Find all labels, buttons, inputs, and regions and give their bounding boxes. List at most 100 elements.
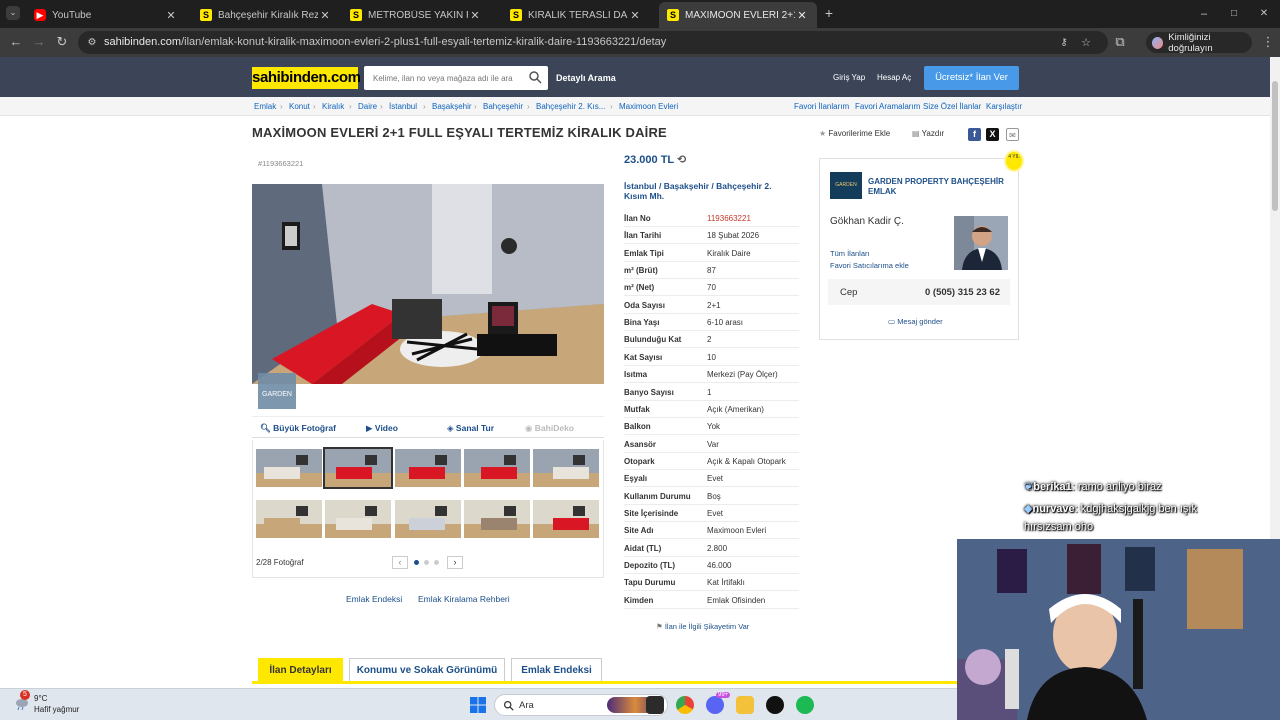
weather-widget[interactable]: 5 9°C Hafif yağmur: [14, 690, 104, 718]
prev-photos-button[interactable]: ‹: [392, 556, 408, 569]
maximize-button[interactable]: □: [1226, 6, 1242, 22]
next-photos-button[interactable]: ›: [447, 556, 463, 569]
obs-icon[interactable]: [766, 696, 784, 714]
tab-title: METROBÜSE YAKIN REZİDANSTA: [368, 9, 468, 21]
tab-search-icon[interactable]: ⌄: [6, 6, 20, 20]
email-share-icon[interactable]: ✉: [1006, 128, 1019, 141]
close-window-button[interactable]: ✕: [1256, 6, 1272, 22]
extensions-icon[interactable]: ⧉: [1112, 34, 1128, 50]
bahideko-tab[interactable]: ◉ BahiDeko: [525, 423, 574, 434]
close-tab-icon[interactable]: ✕: [164, 9, 178, 22]
photo-thumbnail[interactable]: [323, 447, 393, 489]
photo-thumbnail[interactable]: [395, 449, 461, 487]
photo-thumbnail[interactable]: [395, 500, 461, 538]
seller-store-name[interactable]: GARDEN PROPERTY BAHÇEŞEHİR EMLAK: [868, 177, 1013, 197]
phone-number[interactable]: 0 (505) 315 23 62: [925, 287, 1000, 298]
post-ad-button[interactable]: Ücretsiz* İlan Ver: [924, 66, 1019, 90]
chrome-icon[interactable]: [676, 696, 694, 714]
report-link[interactable]: ⚑ İlan ile İlgili Şikayetim Var: [656, 622, 749, 631]
password-key-icon[interactable]: ⚷: [1056, 35, 1072, 51]
close-tab-icon[interactable]: ✕: [795, 9, 809, 22]
price-history-icon[interactable]: ⟲: [677, 154, 686, 166]
photo-thumbnail[interactable]: [533, 500, 599, 538]
detail-key: Aidat (TL): [624, 543, 662, 553]
breadcrumb-item[interactable]: Konut: [289, 102, 310, 111]
bookmark-star-icon[interactable]: ☆: [1078, 35, 1094, 51]
browser-tab[interactable]: S Bahçeşehir Kiralık Rezidans, Villa✕: [192, 2, 340, 28]
photo-thumbnail[interactable]: [256, 449, 322, 487]
breadcrumb-item[interactable]: Bahçeşehir: [483, 102, 523, 111]
spotify-icon[interactable]: [796, 696, 814, 714]
photo-thumbnail[interactable]: [533, 449, 599, 487]
breadcrumb-item[interactable]: Başakşehir: [432, 102, 472, 111]
taskbar-search[interactable]: Ara: [494, 694, 668, 716]
close-tab-icon[interactable]: ✕: [318, 9, 332, 22]
favorite-seller-link[interactable]: Favori Satıcılarıma ekle: [830, 261, 909, 270]
photo-thumbnail[interactable]: [325, 500, 391, 538]
tab-listing-details[interactable]: İlan Detayları: [258, 658, 343, 682]
location-link[interactable]: İstanbul: [624, 181, 657, 191]
photo-thumbnail[interactable]: [464, 500, 530, 538]
breadcrumb-right-link[interactable]: Size Özel İlanlar: [923, 102, 981, 111]
location-link[interactable]: Başakşehir: [664, 181, 709, 191]
task-view-icon[interactable]: [646, 696, 664, 714]
site-info-icon[interactable]: ⚙: [84, 35, 100, 51]
breadcrumb-item[interactable]: Emlak: [254, 102, 276, 111]
breadcrumb-right-link[interactable]: Karşılaştır: [986, 102, 1022, 111]
browser-tab[interactable]: S METROBÜSE YAKIN REZİDANSTA✕: [342, 2, 490, 28]
tab-location-street[interactable]: Konumu ve Sokak Görünümü: [349, 658, 505, 682]
main-photo[interactable]: [252, 184, 604, 384]
send-message-link[interactable]: ▭ Mesaj gönder: [888, 317, 943, 326]
close-tab-icon[interactable]: ✕: [628, 9, 642, 22]
address-bar[interactable]: ⚙ sahibinden.com/ilan/emlak-konut-kirali…: [78, 31, 1108, 54]
discord-icon[interactable]: [706, 696, 724, 714]
breadcrumb-item[interactable]: İstanbul: [389, 102, 417, 111]
pager-dot[interactable]: [424, 560, 429, 565]
site-search-input[interactable]: [364, 66, 514, 90]
breadcrumb-right-link[interactable]: Favori Aramalarım: [855, 102, 920, 111]
file-explorer-icon[interactable]: [736, 696, 754, 714]
photo-thumbnail[interactable]: [256, 500, 322, 538]
browser-tab[interactable]: S MAXİMOON EVLERİ 2+1 FULL EŞYALI✕: [659, 2, 817, 28]
breadcrumb-item[interactable]: Bahçeşehir 2. Kıs...: [536, 102, 605, 111]
search-icon[interactable]: [528, 70, 542, 84]
all-ads-link[interactable]: Tüm İlanları: [830, 249, 870, 258]
real-estate-index-link[interactable]: Emlak Endeksi: [346, 594, 402, 604]
x-share-icon[interactable]: X: [986, 128, 999, 141]
browser-tab[interactable]: ▶ YouTube ✕: [26, 2, 186, 28]
large-photo-tab[interactable]: 🔍︎ Büyük Fotoğraf: [260, 423, 336, 434]
scrollbar-thumb[interactable]: [1272, 81, 1278, 211]
new-tab-button[interactable]: +: [821, 5, 837, 21]
tab-real-estate-index[interactable]: Emlak Endeksi: [511, 658, 602, 682]
virtual-tour-tab[interactable]: ◈ Sanal Tur: [447, 423, 494, 434]
add-favorite-link[interactable]: ★ Favorilerime Ekle: [819, 129, 890, 138]
reload-icon[interactable]: ↻: [54, 34, 70, 50]
photo-thumbnail[interactable]: [464, 449, 530, 487]
minimize-button[interactable]: –: [1196, 6, 1212, 22]
back-icon[interactable]: ←: [8, 34, 24, 50]
sahibinden-favicon-icon: S: [200, 9, 212, 21]
breadcrumb-right-link[interactable]: Favori İlanlarım: [794, 102, 849, 111]
breadcrumb-item[interactable]: Maximoon Evleri: [619, 102, 678, 111]
profile-verify-button[interactable]: Kimliğinizi doğrulayın: [1146, 32, 1252, 54]
pager-dot[interactable]: [414, 560, 419, 565]
forward-icon[interactable]: →: [31, 34, 47, 50]
facebook-share-icon[interactable]: f: [968, 128, 981, 141]
close-tab-icon[interactable]: ✕: [468, 9, 482, 22]
webcam-overlay: [957, 539, 1280, 720]
breadcrumb-item[interactable]: Kiralık: [322, 102, 344, 111]
send-message-label: Mesaj gönder: [897, 317, 943, 326]
rental-guide-link[interactable]: Emlak Kiralama Rehberi: [418, 594, 510, 604]
login-link[interactable]: Giriş Yap: [833, 73, 865, 82]
site-logo[interactable]: sahibinden.com: [252, 67, 361, 89]
browser-tab[interactable]: S KİRALIK TERASLI DAİRE - Kiralık✕: [502, 2, 650, 28]
video-tab[interactable]: ▶ Video: [366, 423, 398, 434]
detailed-search-link[interactable]: Detaylı Arama: [556, 73, 616, 83]
print-link[interactable]: ▤ Yazdır: [912, 129, 944, 138]
pager-dot[interactable]: [434, 560, 439, 565]
signup-link[interactable]: Hesap Aç: [877, 73, 911, 82]
seller-logo[interactable]: GARDEN: [830, 172, 862, 199]
browser-menu-icon[interactable]: ⋮: [1260, 34, 1276, 50]
windows-start-icon[interactable]: [470, 697, 486, 713]
breadcrumb-item[interactable]: Daire: [358, 102, 377, 111]
